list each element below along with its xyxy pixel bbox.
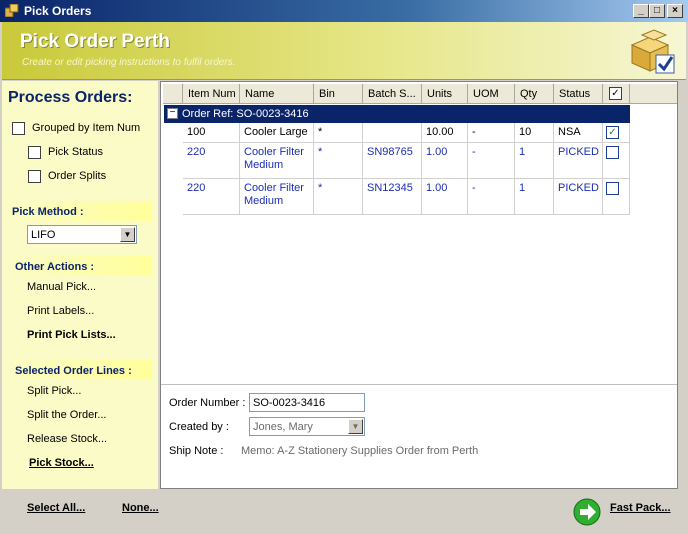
created-by-select[interactable]: Jones, Mary ▼ <box>249 417 365 436</box>
cell-uom: - <box>468 179 515 215</box>
order-number-input[interactable]: SO-0023-3416 <box>249 393 365 412</box>
fast-pack-link[interactable]: Fast Pack... <box>610 502 671 514</box>
select-none-link[interactable]: None... <box>122 502 159 514</box>
cell-check <box>603 179 630 215</box>
grouped-checkbox[interactable] <box>12 122 25 135</box>
cell-item: 100 <box>183 123 240 143</box>
app-icon <box>5 4 19 17</box>
cell-check: ✓ <box>603 123 630 143</box>
cell-units: 1.00 <box>422 143 468 179</box>
pick-method-label: Pick Method : <box>2 201 152 221</box>
col-status[interactable]: Status <box>554 84 603 104</box>
cell-units: 1.00 <box>422 179 468 215</box>
cell-qty: 1 <box>515 179 554 215</box>
cell-status: NSA <box>554 123 603 143</box>
cell-check <box>603 143 630 179</box>
col-name[interactable]: Name <box>240 84 314 104</box>
order-details-form: Order Number : SO-0023-3416 Created by :… <box>161 384 677 488</box>
selected-lines-label: Selected Order Lines : <box>2 360 152 380</box>
ship-note-value[interactable]: Memo: A-Z Stationery Supplies Order from… <box>241 445 478 457</box>
pick-stock-link[interactable]: Pick Stock... <box>29 457 94 469</box>
maximize-button[interactable]: □ <box>649 4 665 18</box>
window-title: Pick Orders <box>24 4 92 18</box>
pick-status-checkbox[interactable] <box>28 146 41 159</box>
select-all-link[interactable]: Select All... <box>27 502 85 514</box>
ship-note-label: Ship Note : <box>169 445 224 457</box>
order-group-row[interactable]: − Order Ref: SO-0023-3416 <box>164 105 630 123</box>
cell-status: PICKED <box>554 143 603 179</box>
close-button[interactable]: × <box>667 4 683 18</box>
cell-name: Cooler Filter Medium <box>240 143 314 179</box>
col-item-num[interactable]: Item Num <box>183 84 240 104</box>
release-stock-link[interactable]: Release Stock... <box>27 433 107 445</box>
pick-method-value: LIFO <box>31 229 56 241</box>
cell-uom: - <box>468 123 515 143</box>
cell-batch: SN12345 <box>363 179 422 215</box>
order-group-label: Order Ref: SO-0023-3416 <box>182 108 309 120</box>
pick-status-label: Pick Status <box>48 146 104 158</box>
row-checkbox[interactable] <box>606 182 619 195</box>
cell-bin: * <box>314 143 363 179</box>
col-batch[interactable]: Batch S... <box>363 84 422 104</box>
cell-qty: 10 <box>515 123 554 143</box>
grid-corner <box>163 84 183 104</box>
other-actions-label: Other Actions : <box>2 256 152 276</box>
cell-bin: * <box>314 123 363 143</box>
cell-bin: * <box>314 179 363 215</box>
cell-units: 10.00 <box>422 123 468 143</box>
grid-header-filler <box>630 84 677 104</box>
order-splits-checkbox[interactable] <box>28 170 41 183</box>
dropdown-arrow-icon[interactable]: ▼ <box>120 227 135 242</box>
split-order-link[interactable]: Split the Order... <box>27 409 106 421</box>
col-bin[interactable]: Bin <box>314 84 363 104</box>
boxes-check-icon <box>630 29 675 74</box>
created-by-label: Created by : <box>169 421 229 433</box>
collapse-icon[interactable]: − <box>167 108 178 119</box>
footer: Select All... None... Fast Pack... <box>0 490 688 534</box>
go-arrow-icon[interactable] <box>573 498 601 526</box>
cell-name: Cooler Filter Medium <box>240 179 314 215</box>
page-title: Pick Order Perth <box>20 31 170 52</box>
order-splits-label: Order Splits <box>48 170 107 182</box>
row-checkbox[interactable] <box>606 146 619 159</box>
cell-name: Cooler Large <box>240 123 314 143</box>
title-bar: Pick Orders _ □ × <box>0 0 688 22</box>
minimize-button[interactable]: _ <box>633 4 649 18</box>
manual-pick-link[interactable]: Manual Pick... <box>27 281 96 293</box>
page-subtitle: Create or edit picking instructions to f… <box>22 57 236 68</box>
cell-uom: - <box>468 143 515 179</box>
col-units[interactable]: Units <box>422 84 468 104</box>
order-number-label: Order Number : <box>169 397 246 409</box>
created-by-value: Jones, Mary <box>253 421 313 433</box>
col-uom[interactable]: UOM <box>468 84 515 104</box>
order-lines-grid[interactable]: Item Num Name Bin Batch S... Units UOM Q… <box>163 84 677 384</box>
print-pick-lists-link[interactable]: Print Pick Lists... <box>27 329 116 341</box>
checkmark-icon[interactable]: ✓ <box>609 87 622 100</box>
dropdown-arrow-icon[interactable]: ▼ <box>348 419 363 434</box>
cell-item: 220 <box>183 179 240 215</box>
sidebar: Process Orders: Grouped by Item Num Pick… <box>2 81 158 489</box>
col-qty[interactable]: Qty <box>515 84 554 104</box>
cell-batch: SN98765 <box>363 143 422 179</box>
grouped-label: Grouped by Item Num <box>32 122 141 134</box>
cell-batch <box>363 123 422 143</box>
col-check-all[interactable]: ✓ <box>603 84 630 104</box>
print-labels-link[interactable]: Print Labels... <box>27 305 94 317</box>
split-pick-link[interactable]: Split Pick... <box>27 385 81 397</box>
header-banner: Pick Order Perth Create or edit picking … <box>2 22 686 80</box>
pick-method-select[interactable]: LIFO ▼ <box>27 225 137 244</box>
cell-qty: 1 <box>515 143 554 179</box>
cell-status: PICKED <box>554 179 603 215</box>
row-checkbox-checked[interactable]: ✓ <box>606 126 619 139</box>
main-panel: Item Num Name Bin Batch S... Units UOM Q… <box>160 81 678 489</box>
sidebar-heading: Process Orders: <box>8 89 133 106</box>
cell-item: 220 <box>183 143 240 179</box>
